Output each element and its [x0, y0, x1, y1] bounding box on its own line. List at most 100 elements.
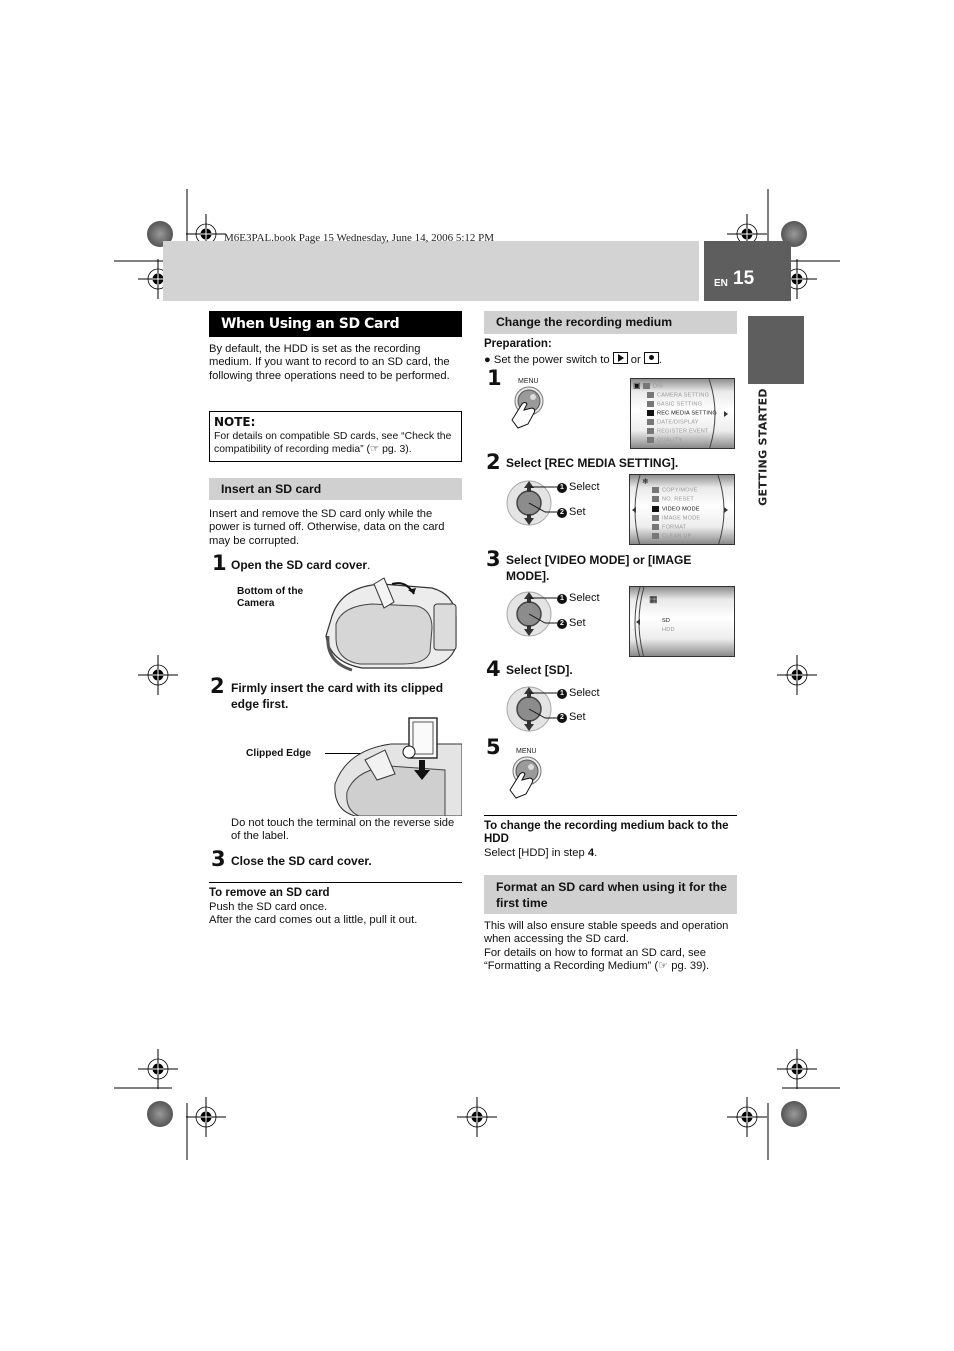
page-number: 15: [733, 268, 755, 289]
back-to-hdd-title: To change the recording medium back to t…: [484, 820, 729, 845]
text: Select [HDD] in step: [484, 847, 588, 859]
step-suffix: .: [367, 558, 371, 572]
divider: [209, 882, 462, 883]
bullet-icon: ●: [484, 354, 491, 366]
control-dial[interactable]: [505, 590, 557, 643]
right-step-text: Select [SD].: [506, 663, 573, 677]
menu-button[interactable]: [508, 386, 548, 435]
right-step-text: Select [REC MEDIA SETTING].: [506, 456, 679, 470]
dial-set-label: 2 Set: [557, 711, 586, 723]
right-step-number: 3: [486, 547, 501, 571]
remove-line-2: After the card comes out a little, pull …: [209, 914, 418, 926]
format-text-1: This will also ensure stable speeds and …: [484, 920, 729, 946]
right-step-number: 1: [487, 366, 502, 390]
dial-select-label: 1 Select: [557, 592, 600, 604]
right-step-number: 2: [486, 450, 501, 474]
record-mode-icon: [643, 352, 659, 364]
menu-item-icon: [643, 383, 650, 389]
step-badge: 1: [557, 594, 567, 604]
dial-select-label: 1 Select: [557, 687, 600, 699]
menu-screen-3: ▦ SD HDD: [629, 586, 735, 657]
menu-item: HDD: [662, 627, 675, 633]
preparation-line: ● Set the power switch to or .: [484, 352, 662, 366]
illustration-caption: Bottom of the Camera: [237, 586, 304, 609]
step-badge: 1: [557, 483, 567, 493]
step-badge: 2: [557, 508, 567, 518]
remove-title: To remove an SD card: [209, 887, 330, 899]
intro-text: By default, the HDD is set as the record…: [209, 343, 450, 382]
menu-button-press-icon: [509, 756, 542, 799]
insert-text: Insert and remove the SD card only while…: [209, 508, 445, 547]
set-text: Set: [569, 711, 586, 723]
menu-item: DATE/DISPLAY: [657, 419, 699, 426]
dial-icon: [506, 591, 557, 637]
menu-item-selected: SD: [662, 618, 671, 624]
menu-item-icon: [652, 506, 659, 512]
left-step-number: 2: [210, 674, 225, 698]
select-text: Select: [569, 481, 600, 493]
menu-button-label: MENU: [516, 748, 537, 755]
insert-heading: Insert an SD card: [209, 478, 462, 500]
language-code: EN: [714, 278, 728, 289]
menu-item-selected: REC MEDIA SETTING: [657, 410, 717, 417]
menu-item-icon: [652, 496, 659, 502]
menu-item: CLEAN UP: [662, 533, 692, 540]
menu-item-icon: [652, 515, 659, 521]
menu-item: IMAGE MODE: [662, 515, 701, 522]
right-step-text: Select [VIDEO MODE] or [IMAGE MODE].: [506, 553, 692, 583]
menu-item-icon: [652, 533, 659, 539]
preparation-text: Set the power switch to: [493, 354, 610, 366]
step-badge: 2: [557, 713, 567, 723]
screen-curve: [634, 587, 645, 656]
menu-button-label: MENU: [518, 378, 539, 385]
preparation-or: or: [630, 354, 641, 366]
dial-select-label: 1 Select: [557, 481, 600, 493]
note-text: For details on compatible SD cards, see …: [214, 431, 452, 455]
divider: [484, 815, 737, 816]
menu-item-icon: [647, 419, 654, 425]
step-label: Open the SD card cover: [231, 558, 368, 572]
menu-item-icon: [652, 487, 659, 493]
menu-item-selected: VIDEO MODE: [662, 506, 700, 513]
right-step-number: 5: [486, 735, 501, 759]
back-to-hdd-text: Select [HDD] in step 4.: [484, 847, 597, 860]
page-number-tab: EN 15: [704, 241, 791, 301]
menu-screen-2: ❄ COPY/MOVE NO. RESET VIDEO MODE IMAGE M…: [629, 474, 735, 545]
set-text: Set: [569, 617, 586, 629]
format-heading: Format an SD card when using it for the …: [484, 875, 737, 914]
menu-item-icon: [652, 524, 659, 530]
step-badge: 2: [557, 619, 567, 629]
menu-item-icon: [647, 410, 654, 416]
section-tab-label: GETTING STARTED: [756, 388, 770, 506]
printer-marks: [114, 189, 840, 1160]
play-mode-icon: [612, 352, 628, 364]
remove-line-1: Push the SD card once.: [209, 901, 328, 913]
dial-icon: [506, 686, 557, 732]
menu-item: BASIC SETTING: [657, 401, 703, 408]
menu-item: COPY/MOVE: [662, 487, 698, 494]
step-badge: 1: [557, 689, 567, 699]
menu-item: FORMAT: [662, 524, 687, 531]
note-title: NOTE:: [214, 415, 256, 429]
menu-item-icon: [647, 428, 654, 434]
menu-item: CAMERA SETTING: [657, 392, 710, 399]
note-box: NOTE: For details on compatible SD cards…: [209, 411, 462, 462]
camera-bottom-illustration: [322, 576, 462, 672]
select-text: Select: [569, 592, 600, 604]
menu-item-icon: [647, 437, 654, 443]
select-text: Select: [569, 687, 600, 699]
menu-item: DIS: [653, 383, 663, 390]
right-step-number: 4: [486, 657, 501, 681]
left-step-text: Open the SD card cover.: [231, 558, 370, 574]
control-dial[interactable]: [505, 685, 557, 738]
control-dial[interactable]: [505, 479, 557, 532]
dial-icon: [506, 480, 557, 526]
clipped-edge-caption: Clipped Edge: [246, 748, 312, 759]
menu-item: NO. RESET: [662, 496, 694, 503]
terminal-warning: Do not touch the terminal on the reverse…: [231, 817, 455, 843]
section-tab-block: [748, 316, 804, 384]
star-target-icon: [781, 1101, 807, 1127]
menu-button[interactable]: [506, 756, 546, 805]
dial-set-label: 2 Set: [557, 506, 586, 518]
left-step-number: 1: [212, 551, 227, 575]
